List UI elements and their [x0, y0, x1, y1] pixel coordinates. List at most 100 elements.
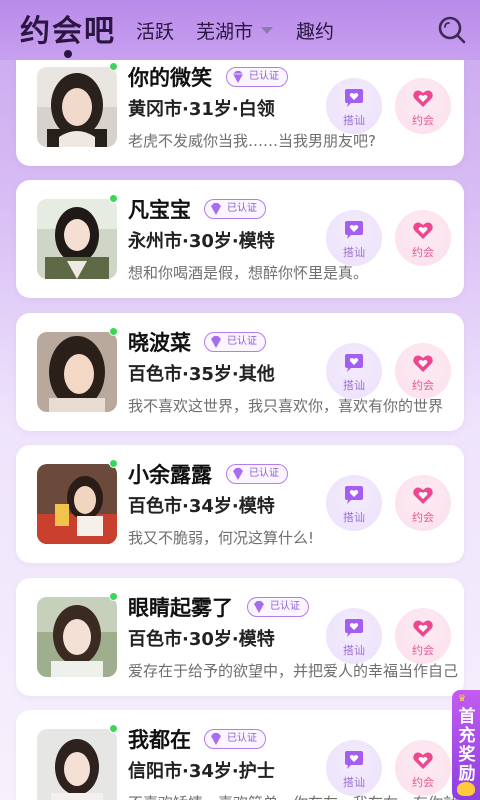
heart-chat-icon — [345, 89, 363, 107]
heart-date-icon — [413, 355, 433, 372]
avatar[interactable] — [37, 597, 117, 677]
user-bio: 我不喜欢这世界，我只喜欢你，喜欢有你的世界 — [128, 397, 444, 415]
chat-label: 搭讪 — [343, 511, 365, 524]
heart-date-icon — [413, 487, 433, 504]
avatar[interactable] — [37, 332, 117, 412]
promo-text: 首充奖励 — [458, 707, 476, 784]
verified-label: 已认证 — [227, 203, 257, 214]
chat-button[interactable]: 搭讪 — [326, 210, 382, 266]
verified-label: 已认证 — [227, 733, 257, 744]
user-card[interactable]: 小余露露 已认证 百色市·34岁·模特 我又不脆弱，何况这算什么! 搭讪 约会 — [16, 445, 464, 563]
user-meta: 永州市·30岁·模特 — [128, 231, 275, 252]
online-status-dot — [109, 62, 118, 71]
heart-chat-icon — [345, 221, 363, 239]
app-brand: 约会吧 — [20, 14, 116, 49]
chat-label: 搭讪 — [343, 246, 365, 259]
heart-chat-icon — [345, 354, 363, 372]
coin-icon — [457, 782, 475, 796]
crown-icon: ♛ — [458, 694, 467, 704]
user-card[interactable]: 眼睛起雾了 已认证 百色市·30岁·模特 爱存在于给予的欲望中，并把爱人的幸福当… — [16, 578, 464, 696]
online-status-dot — [109, 194, 118, 203]
chat-button[interactable]: 搭讪 — [326, 475, 382, 531]
heart-chat-icon — [345, 619, 363, 637]
chat-button[interactable]: 搭讪 — [326, 343, 382, 399]
user-bio: 爱存在于给予的欲望中，并把爱人的幸福当作自己 — [128, 662, 459, 680]
avatar[interactable] — [37, 67, 117, 147]
avatar[interactable] — [37, 729, 117, 800]
heart-date-icon — [413, 752, 433, 769]
online-status-dot — [109, 459, 118, 468]
date-label: 约会 — [412, 776, 434, 789]
user-bio: 老虎不发威你当我……当我男朋友吧? — [128, 132, 376, 150]
date-button[interactable]: 约会 — [395, 740, 451, 796]
user-card[interactable]: 凡宝宝 已认证 永州市·30岁·模特 想和你喝酒是假，想醉你怀里是真。 搭讪 约… — [16, 180, 464, 298]
user-name: 小余露露 — [128, 463, 212, 487]
user-meta: 信阳市·34岁·护士 — [128, 761, 275, 782]
user-bio: 想和你喝酒是假，想醉你怀里是真。 — [128, 264, 369, 282]
verified-badge: 已认证 — [204, 332, 266, 352]
diamond-icon — [233, 71, 243, 83]
tab-fun[interactable]: 趣约 — [296, 17, 334, 44]
date-label: 约会 — [412, 114, 434, 127]
online-status-dot — [109, 724, 118, 733]
avatar[interactable] — [37, 464, 117, 544]
heart-date-icon — [413, 620, 433, 637]
user-card[interactable]: 我都在 已认证 信阳市·34岁·护士 不喜欢矫情，喜欢简单，你在左，我在右，有你… — [16, 710, 464, 800]
avatar[interactable] — [37, 199, 117, 279]
user-card[interactable]: 晓波菜 已认证 百色市·35岁·其他 我不喜欢这世界，我只喜欢你，喜欢有你的世界… — [16, 313, 464, 431]
date-button[interactable]: 约会 — [395, 210, 451, 266]
diamond-icon — [211, 203, 221, 215]
online-status-dot — [109, 592, 118, 601]
verified-label: 已认证 — [227, 336, 257, 347]
date-label: 约会 — [412, 644, 434, 657]
first-recharge-reward-banner[interactable]: ♛ 首充奖励 — [452, 690, 480, 800]
heart-date-icon — [413, 222, 433, 239]
user-name: 眼睛起雾了 — [128, 596, 233, 620]
chevron-down-icon — [261, 27, 274, 34]
user-card[interactable]: 你的微笑 已认证 黄冈市·31岁·白领 老虎不发威你当我……当我男朋友吧? 搭讪… — [16, 48, 464, 166]
verified-badge: 已认证 — [247, 597, 309, 617]
diamond-icon — [211, 336, 221, 348]
chat-label: 搭讪 — [343, 776, 365, 789]
verified-badge: 已认证 — [204, 729, 266, 749]
chat-label: 搭讪 — [343, 379, 365, 392]
chat-label: 搭讪 — [343, 114, 365, 127]
heart-date-icon — [413, 90, 433, 107]
date-button[interactable]: 约会 — [395, 78, 451, 134]
diamond-icon — [211, 733, 221, 745]
active-indicator — [64, 50, 72, 58]
date-button[interactable]: 约会 — [395, 343, 451, 399]
tab-city[interactable]: 芜湖市 — [196, 17, 274, 44]
heart-chat-icon — [345, 751, 363, 769]
top-nav-bar: 约会吧 活跃 芜湖市 趣约 — [0, 0, 480, 60]
user-meta: 百色市·34岁·模特 — [128, 496, 275, 517]
user-meta: 百色市·30岁·模特 — [128, 629, 275, 650]
user-bio: 我又不脆弱，何况这算什么! — [128, 529, 315, 547]
user-name: 你的微笑 — [128, 66, 212, 90]
verified-badge: 已认证 — [226, 464, 288, 484]
user-name: 凡宝宝 — [128, 198, 191, 222]
user-meta: 黄冈市·31岁·白领 — [128, 99, 275, 120]
chat-button[interactable]: 搭讪 — [326, 608, 382, 664]
date-button[interactable]: 约会 — [395, 475, 451, 531]
verified-badge: 已认证 — [204, 199, 266, 219]
verified-badge: 已认证 — [226, 67, 288, 87]
chat-button[interactable]: 搭讪 — [326, 78, 382, 134]
user-name: 我都在 — [128, 728, 191, 752]
diamond-icon — [254, 601, 264, 613]
verified-label: 已认证 — [249, 468, 279, 479]
search-icon[interactable] — [436, 14, 468, 46]
verified-label: 已认证 — [270, 601, 300, 612]
user-name: 晓波菜 — [128, 331, 191, 355]
chat-button[interactable]: 搭讪 — [326, 740, 382, 796]
date-button[interactable]: 约会 — [395, 608, 451, 664]
tab-active[interactable]: 活跃 — [136, 17, 174, 44]
date-label: 约会 — [412, 511, 434, 524]
date-label: 约会 — [412, 379, 434, 392]
online-status-dot — [109, 327, 118, 336]
verified-label: 已认证 — [249, 71, 279, 82]
chat-label: 搭讪 — [343, 644, 365, 657]
diamond-icon — [233, 468, 243, 480]
heart-chat-icon — [345, 486, 363, 504]
tab-city-label: 芜湖市 — [196, 21, 254, 43]
